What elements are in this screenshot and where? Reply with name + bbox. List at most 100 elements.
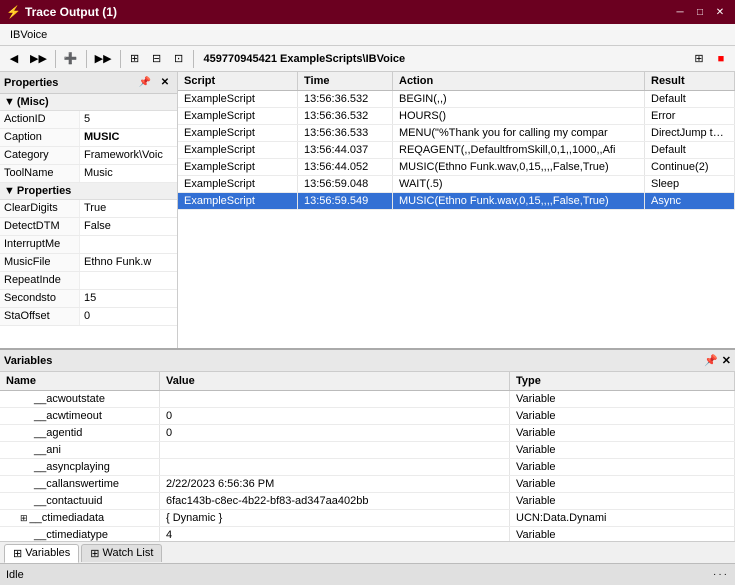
toolbar-right: ⊞ ■ [689, 49, 731, 69]
trace-col-result[interactable]: Result [645, 72, 735, 90]
prop-group-properties[interactable]: ▼ Properties [0, 183, 177, 200]
menu-ibvoice[interactable]: IBVoice [4, 27, 53, 43]
var-row[interactable]: __contactuuid 6fac143b-c8ec-4b22-bf83-ad… [0, 493, 735, 510]
tab-variables[interactable]: ⊞ Variables [4, 544, 79, 563]
var-row[interactable]: __callanswertime 2/22/2023 6:56:36 PM Va… [0, 476, 735, 493]
trace-col-script[interactable]: Script [178, 72, 298, 90]
prop-value-repeatinde[interactable] [80, 272, 177, 289]
prop-group-misc[interactable]: ▼ (Misc) [0, 94, 177, 111]
var-row[interactable]: __ctimediatype 4 Variable [0, 527, 735, 541]
status-bar: Idle ··· [0, 563, 735, 585]
prop-value-cleardigits[interactable]: True [80, 200, 177, 217]
var-row[interactable]: __acwoutstate Variable [0, 391, 735, 408]
var-cell-name: __ani [0, 442, 160, 458]
toolbar-back-btn[interactable]: ◀ [4, 49, 24, 69]
variables-pin-btn[interactable]: 📌 [704, 354, 718, 367]
prop-value-musicfile[interactable]: Ethno Funk.w [80, 254, 177, 271]
trace-row[interactable]: ExampleScript 13:56:36.532 HOURS() Error [178, 108, 735, 125]
prop-row-staoffset: StaOffset 0 [0, 308, 177, 326]
prop-group-misc-arrow: ▼ [4, 96, 15, 108]
tab-watchlist-icon: ⊞ [90, 547, 99, 560]
var-row[interactable]: __acwtimeout 0 Variable [0, 408, 735, 425]
toolbar-view-btn[interactable]: ⊞ [689, 49, 709, 69]
var-cell-name: __ctimediatype [0, 527, 160, 541]
var-cell-name: __callanswertime [0, 476, 160, 492]
trace-panel: Script Time Action Result ExampleScript … [178, 72, 735, 348]
var-row[interactable]: __ani Variable [0, 442, 735, 459]
prop-name-category: Category [0, 147, 80, 164]
var-cell-name: __acwoutstate [0, 391, 160, 407]
prop-name-musicfile: MusicFile [0, 254, 80, 271]
trace-cell-time: 13:56:59.549 [298, 193, 393, 209]
properties-panel: Properties 📌 ✕ ▼ (Misc) ActionID 5 Capti… [0, 72, 178, 348]
toolbar-add-btn[interactable]: ➕ [60, 49, 82, 69]
prop-value-detectdtm[interactable]: False [80, 218, 177, 235]
prop-row-toolname: ToolName Music [0, 165, 177, 183]
var-cell-name: __acwtimeout [0, 408, 160, 424]
var-cell-type: Variable [510, 493, 735, 509]
var-row[interactable]: __agentid 0 Variable [0, 425, 735, 442]
prop-value-toolname[interactable]: Music [80, 165, 177, 182]
window-controls: ─ □ ✕ [671, 4, 729, 20]
tab-watch-list[interactable]: ⊞ Watch List [81, 544, 162, 562]
trace-col-action[interactable]: Action [393, 72, 645, 90]
trace-row[interactable]: ExampleScript 13:56:36.532 BEGIN(,,) Def… [178, 91, 735, 108]
prop-value-interruptme[interactable] [80, 236, 177, 253]
trace-cell-time: 13:56:44.037 [298, 142, 393, 158]
toolbar-separator-4 [193, 50, 194, 68]
prop-row-musicfile: MusicFile Ethno Funk.w [0, 254, 177, 272]
menu-bar: IBVoice [0, 24, 735, 46]
prop-row-cleardigits: ClearDigits True [0, 200, 177, 218]
prop-row-repeatinde: RepeatInde [0, 272, 177, 290]
var-cell-value [160, 391, 510, 407]
trace-cell-result: DirectJump to 4 [645, 125, 735, 141]
trace-cell-time: 13:56:36.532 [298, 108, 393, 124]
trace-col-time[interactable]: Time [298, 72, 393, 90]
close-button[interactable]: ✕ [711, 4, 729, 20]
var-col-type[interactable]: Type [510, 372, 735, 390]
var-row[interactable]: __asyncplaying Variable [0, 459, 735, 476]
prop-value-actionid[interactable]: 5 [80, 111, 177, 128]
toolbar-forward-btn[interactable]: ▶▶ [26, 49, 51, 69]
maximize-button[interactable]: □ [691, 4, 709, 20]
variables-close-btn[interactable]: ✕ [722, 354, 731, 367]
trace-row[interactable]: ExampleScript 13:56:36.533 MENU("%Thank … [178, 125, 735, 142]
var-cell-type: UCN:Data.Dynami [510, 510, 735, 526]
prop-row-caption: Caption MUSIC [0, 129, 177, 147]
trace-cell-script: ExampleScript [178, 108, 298, 124]
var-col-name[interactable]: Name [0, 372, 160, 390]
prop-row-interruptme: InterruptMe [0, 236, 177, 254]
toolbar-grid3-btn[interactable]: ⊡ [169, 49, 189, 69]
properties-pin-btn[interactable]: 📌 [137, 75, 153, 91]
minimize-button[interactable]: ─ [671, 4, 689, 20]
prop-value-caption[interactable]: MUSIC [80, 129, 177, 146]
var-row[interactable]: ⊞__ctimediadata { Dynamic } UCN:Data.Dyn… [0, 510, 735, 527]
toolbar-play-btn[interactable]: ▶▶ [91, 49, 116, 69]
toolbar-grid2-btn[interactable]: ⊟ [147, 49, 167, 69]
trace-cell-script: ExampleScript [178, 125, 298, 141]
toolbar-grid1-btn[interactable]: ⊞ [125, 49, 145, 69]
prop-name-staoffset: StaOffset [0, 308, 80, 325]
trace-row[interactable]: ExampleScript 13:56:44.037 REQAGENT(,,De… [178, 142, 735, 159]
toolbar-stop-btn[interactable]: ■ [711, 49, 731, 69]
prop-name-secondsto: Secondsto [0, 290, 80, 307]
properties-close-btn[interactable]: ✕ [157, 75, 173, 91]
trace-row[interactable]: ExampleScript 13:56:59.048 WAIT(.5) Slee… [178, 176, 735, 193]
properties-panel-header: Properties 📌 ✕ [0, 72, 177, 94]
var-col-value[interactable]: Value [160, 372, 510, 390]
tab-variables-icon: ⊞ [13, 547, 22, 560]
toolbar: ◀ ▶▶ ➕ ▶▶ ⊞ ⊟ ⊡ 459770945421 ExampleScri… [0, 46, 735, 72]
prop-value-staoffset[interactable]: 0 [80, 308, 177, 325]
prop-name-caption: Caption [0, 129, 80, 146]
trace-row[interactable]: ExampleScript 13:56:44.052 MUSIC(Ethno F… [178, 159, 735, 176]
trace-cell-script: ExampleScript [178, 193, 298, 209]
trace-cell-result: Continue(2) [645, 159, 735, 175]
var-cell-value: 0 [160, 425, 510, 441]
title-bar: ⚡ Trace Output (1) ─ □ ✕ [0, 0, 735, 24]
toolbar-separator-2 [86, 50, 87, 68]
variables-table-body: __acwoutstate Variable __acwtimeout 0 Va… [0, 391, 735, 541]
prop-value-category[interactable]: Framework\Voic [80, 147, 177, 164]
trace-cell-script: ExampleScript [178, 176, 298, 192]
trace-row[interactable]: ExampleScript 13:56:59.549 MUSIC(Ethno F… [178, 193, 735, 210]
prop-value-secondsto[interactable]: 15 [80, 290, 177, 307]
